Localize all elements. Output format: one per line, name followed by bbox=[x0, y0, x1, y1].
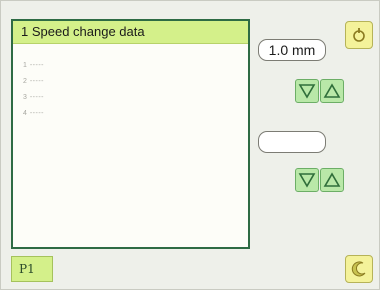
speed-readout bbox=[258, 131, 326, 153]
triangle-up-icon bbox=[323, 172, 341, 187]
return-button[interactable] bbox=[345, 21, 373, 49]
pitch-readout: 1.0 mm bbox=[258, 39, 326, 61]
list-item[interactable]: 3 ----- bbox=[23, 90, 248, 106]
triangle-down-icon bbox=[298, 173, 316, 188]
speed-change-list: 1 Speed change data 1 ----- 2 ----- 3 --… bbox=[11, 19, 250, 249]
pitch-decrease-button[interactable] bbox=[295, 79, 319, 103]
list-header[interactable]: 1 Speed change data bbox=[13, 21, 248, 44]
moon-icon bbox=[351, 261, 366, 277]
triangle-down-icon bbox=[298, 84, 316, 99]
pitch-increase-button[interactable] bbox=[320, 79, 344, 103]
return-icon bbox=[353, 28, 365, 42]
sewing-panel-screen: 1 Speed change data 1 ----- 2 ----- 3 --… bbox=[0, 0, 380, 290]
list-item[interactable]: 2 ----- bbox=[23, 74, 248, 90]
page-indicator[interactable]: P1 bbox=[11, 256, 53, 282]
list-item[interactable]: 1 ----- bbox=[23, 58, 248, 74]
speed-decrease-button[interactable] bbox=[295, 168, 319, 192]
speed-increase-button[interactable] bbox=[320, 168, 344, 192]
sleep-button[interactable] bbox=[345, 255, 373, 283]
list-item[interactable]: 4 ----- bbox=[23, 106, 248, 122]
list-rows: 1 ----- 2 ----- 3 ----- 4 ----- bbox=[13, 44, 248, 122]
triangle-up-icon bbox=[323, 83, 341, 98]
